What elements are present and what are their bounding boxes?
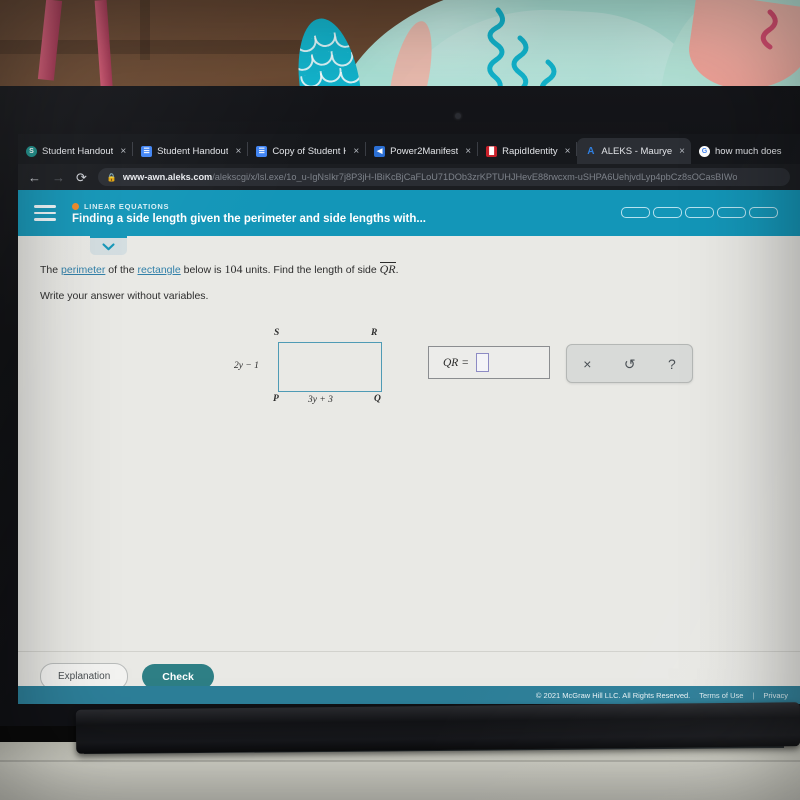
progress-pill <box>717 207 746 218</box>
browser-tab-2[interactable]: ☰ Copy of Student H × <box>248 138 365 164</box>
browser-tab-3[interactable]: ◀ Power2Manifest × <box>366 138 477 164</box>
close-icon[interactable]: × <box>679 146 685 157</box>
close-icon[interactable]: × <box>565 146 571 157</box>
help-button[interactable]: ? <box>668 357 676 371</box>
webcam <box>455 113 461 119</box>
laptop-deck-line <box>0 760 800 762</box>
reload-icon[interactable]: ⟳ <box>76 171 87 184</box>
privacy-link[interactable]: Privacy <box>763 691 788 700</box>
undo-button[interactable]: ↺ <box>624 357 636 371</box>
progress-pill <box>685 207 714 218</box>
vertex-label-s: S <box>274 328 280 338</box>
page-footer: © 2021 McGraw Hill LLC. All Rights Reser… <box>18 686 800 704</box>
progress-pill <box>749 207 778 218</box>
perimeter-value: 104 <box>224 262 243 276</box>
hamburger-icon[interactable] <box>34 205 56 221</box>
copyright-text: © 2021 McGraw Hill LLC. All Rights Reser… <box>535 690 691 700</box>
lock-icon: 🔒 <box>106 172 117 182</box>
question-content: The perimeter of the rectangle below is … <box>18 236 800 440</box>
close-icon[interactable]: × <box>353 146 359 157</box>
progress-pill <box>621 207 650 218</box>
close-icon[interactable]: × <box>465 146 471 157</box>
question-line-2: Write your answer without variables. <box>40 290 209 302</box>
answer-input-box[interactable]: QR = <box>428 346 550 379</box>
answer-label: QR = <box>443 356 469 369</box>
tab-title: ALEKS - Maurye <box>601 145 673 157</box>
aleks-icon: A <box>587 145 595 157</box>
browser-tab-1[interactable]: ☰ Student Handout × <box>133 138 247 164</box>
perimeter-link[interactable]: perimeter <box>61 264 105 276</box>
teal-s-icon: S <box>26 145 37 157</box>
google-icon: G <box>699 145 711 157</box>
footer-separator: | <box>752 690 755 700</box>
topic-dot-icon <box>72 202 79 210</box>
laptop-hinge <box>75 702 800 754</box>
page-title: Finding a side length given the perimete… <box>72 212 426 225</box>
rectangle-figure: S R P Q 2y − 1 3y + 3 <box>234 328 400 418</box>
google-docs-icon: ☰ <box>256 145 268 157</box>
tab-title: Student Handout <box>157 145 229 157</box>
tab-title: Copy of Student H <box>272 145 347 157</box>
segment-qr-label: QR <box>379 262 396 276</box>
forward-icon[interactable]: → <box>52 171 65 184</box>
left-side-label: 2y − 1 <box>234 361 259 371</box>
rectangle-link[interactable]: rectangle <box>137 264 180 276</box>
url-text: www-awn.aleks.com/alekscgi/x/lsl.exe/1o_… <box>123 172 738 182</box>
google-docs-icon: ☰ <box>141 145 153 157</box>
vertex-label-p: P <box>273 394 279 404</box>
tab-title: Student Handout <box>42 145 114 157</box>
q-text-b: of the <box>105 264 138 276</box>
bottom-side-label: 3y + 3 <box>308 395 333 405</box>
terms-of-use-link[interactable]: Terms of Use <box>699 691 743 700</box>
action-divider <box>18 651 800 652</box>
back-icon[interactable]: ← <box>28 171 41 184</box>
aleks-page: LINEAR EQUATIONS Finding a side length g… <box>18 190 800 704</box>
q-text-c: below is <box>180 264 225 276</box>
progress-indicator <box>621 207 778 218</box>
power2manifest-icon: ◀ <box>374 145 386 157</box>
header-text-block: LINEAR EQUATIONS Finding a side length g… <box>72 202 426 225</box>
photo-of-laptop-screen: S Student Handout × ☰ Student Handout × … <box>0 0 800 800</box>
figure-area: S R P Q 2y − 1 3y + 3 QR = × ↺ ? <box>40 320 800 440</box>
url-domain: www-awn.aleks.com <box>122 172 213 182</box>
q-text-d: units. Find the length of side <box>242 264 380 276</box>
math-toolbar: × ↺ ? <box>566 344 693 383</box>
browser-tab-0[interactable]: S Student Handout × <box>18 138 132 164</box>
browser-tab-5-active[interactable]: A ALEKS - Maurye × <box>577 138 692 164</box>
topic-kicker: LINEAR EQUATIONS <box>72 202 426 211</box>
rapididentity-icon: █ <box>486 145 498 157</box>
rectangle-shape <box>278 342 382 392</box>
tab-title: RapidIdentity <box>502 145 558 157</box>
topic-label: LINEAR EQUATIONS <box>84 201 170 211</box>
browser-tab-4[interactable]: █ RapidIdentity × <box>478 138 576 164</box>
question-line-1: The perimeter of the rectangle below is … <box>40 262 800 277</box>
progress-pill <box>653 207 682 218</box>
vertex-label-q: Q <box>374 394 381 404</box>
url-path: /alekscgi/x/lsl.exe/1o_u-IgNsIkr7j8P3jH-… <box>212 172 738 182</box>
browser-nav-bar: ← → ⟳ 🔒 www-awn.aleks.com/alekscgi/x/lsl… <box>18 164 800 190</box>
browser-tab-6[interactable]: G how much does <box>691 138 788 164</box>
answer-input-slot[interactable] <box>475 353 489 372</box>
clear-button[interactable]: × <box>583 357 591 371</box>
laptop-screen: S Student Handout × ☰ Student Handout × … <box>18 134 800 704</box>
q-text-e: . <box>395 264 399 276</box>
browser-tab-strip[interactable]: S Student Handout × ☰ Student Handout × … <box>18 134 800 164</box>
address-bar[interactable]: 🔒 www-awn.aleks.com/alekscgi/x/lsl.exe/1… <box>97 168 790 186</box>
aleks-header-bar: LINEAR EQUATIONS Finding a side length g… <box>18 190 800 236</box>
vertex-label-r: R <box>371 328 378 338</box>
tab-title: how much does <box>715 145 782 157</box>
close-icon[interactable]: × <box>120 146 126 157</box>
close-icon[interactable]: × <box>235 146 241 157</box>
tab-title: Power2Manifest <box>390 145 459 157</box>
q-text-a: The <box>40 264 62 276</box>
